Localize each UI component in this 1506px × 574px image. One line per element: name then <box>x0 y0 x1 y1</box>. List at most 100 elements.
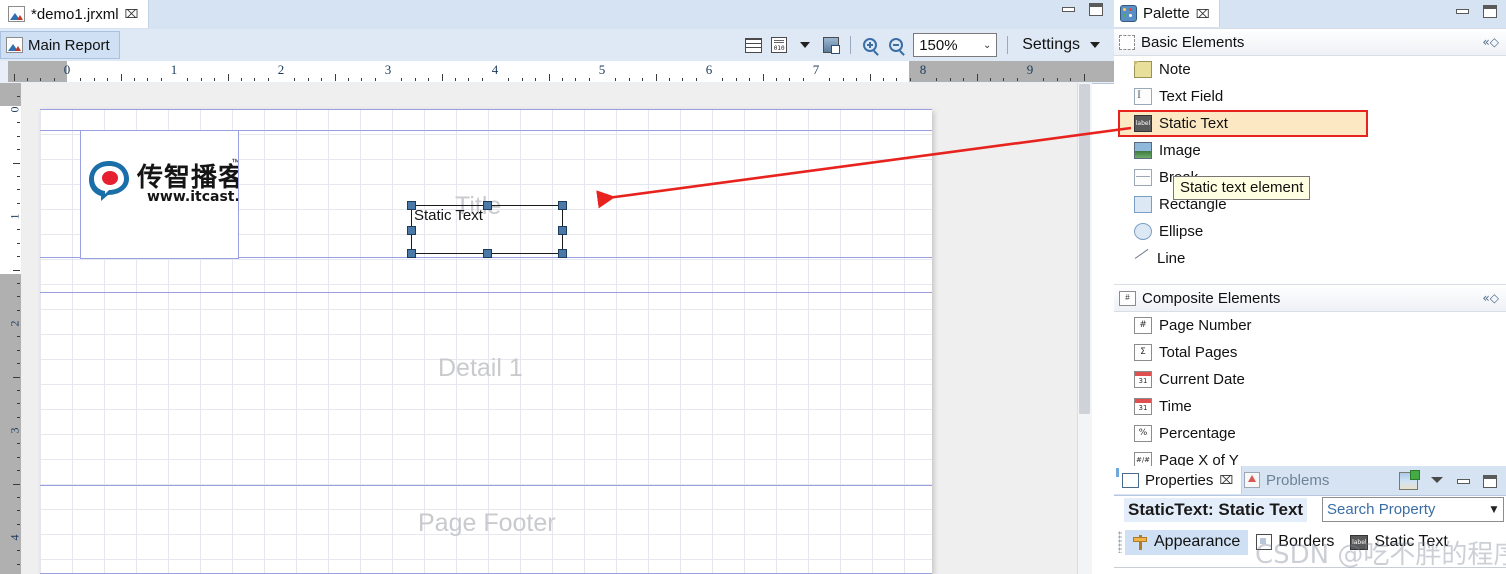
view-menu-icon[interactable] <box>1431 476 1444 486</box>
palette-tab[interactable]: Palette ⌧ <box>1114 0 1220 27</box>
search-property-input[interactable]: Search Property ▼ <box>1322 497 1504 522</box>
canvas-vertical-scroll-thumb[interactable] <box>1079 84 1090 414</box>
resize-handle-nw[interactable] <box>407 201 416 210</box>
resize-handle-se[interactable] <box>558 249 567 258</box>
ruler-tick <box>17 389 20 391</box>
toolbar-separator-2 <box>1007 36 1009 54</box>
minimize-icon[interactable] <box>1456 5 1469 18</box>
ruler-tick <box>414 78 416 81</box>
compile-dropdown-button[interactable] <box>792 32 818 58</box>
design-canvas[interactable]: 传智播客 ™ www.itcast.cn Title Detail 1 Page… <box>22 83 1092 574</box>
prop-tab-label: Appearance <box>1154 533 1241 550</box>
tab-problems[interactable]: Problems <box>1236 466 1337 494</box>
resize-handle-w[interactable] <box>407 226 416 235</box>
prop-tab-borders[interactable]: Borders <box>1248 530 1342 555</box>
properties-window-controls <box>1399 470 1497 490</box>
palette-item-time[interactable]: 31 Time <box>1114 393 1506 420</box>
zoom-level-combo[interactable]: 150% ⌄ <box>913 33 998 57</box>
ruler-tick <box>93 78 95 81</box>
ruler-tick <box>254 78 256 81</box>
palette-item-label: Page Number <box>1159 317 1252 334</box>
ruler-tick <box>1070 78 1072 81</box>
maximize-icon[interactable] <box>1483 5 1497 18</box>
new-view-icon[interactable] <box>1399 470 1420 490</box>
palette-item-static-text[interactable]: label Static Text <box>1118 110 1368 137</box>
percent-icon: % <box>1134 425 1152 442</box>
resize-handle-s[interactable] <box>483 249 492 258</box>
ruler-tick <box>200 78 202 81</box>
resize-handle-e[interactable] <box>558 226 567 235</box>
resize-handle-ne[interactable] <box>558 201 567 210</box>
palette-item-label: Note <box>1159 61 1191 78</box>
main-report-tab[interactable]: Main Report <box>0 31 120 59</box>
collapse-icon[interactable]: «◇ <box>1482 291 1499 305</box>
note-icon <box>1134 61 1152 78</box>
ruler-tick <box>521 78 523 81</box>
palette-item-label: Page X of Y <box>1159 452 1239 466</box>
ruler-tick <box>1043 78 1045 81</box>
minimize-icon[interactable] <box>1457 475 1470 488</box>
palette-section-basic-elements[interactable]: Basic Elements «◇ <box>1114 28 1506 56</box>
palette-item-percentage[interactable]: % Percentage <box>1114 420 1506 447</box>
selected-static-text-element[interactable]: Static Text <box>407 201 567 258</box>
close-icon[interactable]: ⌧ <box>125 7 139 21</box>
palette-item-total-pages[interactable]: Σ Total Pages <box>1114 339 1506 366</box>
ruler-tick <box>347 78 349 81</box>
editor-tab-demo1-jrxml[interactable]: *demo1.jrxml ⌧ <box>0 0 150 28</box>
ruler-tick <box>842 78 844 81</box>
maximize-icon[interactable] <box>1089 3 1103 16</box>
minimize-icon[interactable] <box>1062 3 1075 16</box>
collapse-icon[interactable]: «◇ <box>1482 35 1499 49</box>
ruler-number: 8 <box>919 62 927 77</box>
ruler-tick <box>17 563 20 565</box>
ruler-tick <box>17 309 20 311</box>
drag-grip[interactable] <box>1118 531 1122 553</box>
resize-handle-sw[interactable] <box>407 249 416 258</box>
settings-menu-button[interactable]: Settings <box>1014 36 1106 54</box>
ruler-tick <box>17 189 20 191</box>
chevron-down-icon[interactable]: ▼ <box>1485 505 1503 515</box>
palette-section-composite-elements[interactable]: # Composite Elements «◇ <box>1114 284 1506 312</box>
ruler-tick <box>668 78 670 81</box>
ruler-tick <box>17 456 20 458</box>
maximize-icon[interactable] <box>1483 474 1497 488</box>
palette-item-text-field[interactable]: Text Field <box>1114 83 1506 110</box>
canvas-vertical-scrollbar[interactable] <box>1077 83 1092 574</box>
properties-title: StaticText: Static Text <box>1124 498 1308 522</box>
tab-properties[interactable]: Properties ⌧ <box>1114 466 1243 494</box>
ruler-number: 4 <box>491 62 499 77</box>
zoom-out-button[interactable] <box>883 32 909 58</box>
palette-icon-dot <box>1123 8 1126 11</box>
compile-report-button[interactable] <box>766 32 792 58</box>
palette-item-ellipse[interactable]: Ellipse <box>1114 218 1506 245</box>
export-report-button[interactable] <box>818 32 844 58</box>
close-icon[interactable]: ⌧ <box>1196 7 1210 21</box>
ruler-tick <box>17 403 20 405</box>
image-element-logo[interactable]: 传智播客 ™ www.itcast.cn <box>80 130 239 259</box>
itcast-logo-icon <box>89 161 129 201</box>
palette-item-line[interactable]: Line <box>1114 245 1506 272</box>
ruler-number: 0 <box>63 62 71 77</box>
dataset-and-query-button[interactable] <box>740 32 766 58</box>
close-icon[interactable]: ⌧ <box>1219 473 1233 487</box>
vruler-margin-bottom <box>0 274 21 574</box>
prop-tab-static-text[interactable]: label Static Text <box>1342 530 1456 555</box>
palette-item-image[interactable]: Image <box>1114 137 1506 164</box>
palette-item-current-date[interactable]: 31 Current Date <box>1114 366 1506 393</box>
resize-handle-n[interactable] <box>483 201 492 210</box>
palette-item-page-number[interactable]: # Page Number <box>1114 312 1506 339</box>
band-separator-detail-start <box>40 292 932 293</box>
binary-doc-icon <box>771 37 788 53</box>
main-report-label: Main Report <box>28 36 110 54</box>
export-doc-icon <box>823 37 841 54</box>
palette-item-page-x-of-y[interactable]: #/# Page X of Y <box>1114 447 1506 466</box>
ruler-tick <box>829 78 831 81</box>
hash-box-icon: # <box>1119 290 1136 306</box>
settings-label: Settings <box>1022 36 1080 53</box>
palette-item-note[interactable]: Note <box>1114 56 1506 83</box>
zoom-in-button[interactable] <box>857 32 883 58</box>
prop-tab-appearance[interactable]: Appearance <box>1125 529 1249 555</box>
report-page[interactable]: 传智播客 ™ www.itcast.cn Title Detail 1 Page… <box>40 109 932 574</box>
logo-content: 传智播客 ™ www.itcast.cn <box>87 157 238 217</box>
ruler-tick <box>321 78 323 81</box>
